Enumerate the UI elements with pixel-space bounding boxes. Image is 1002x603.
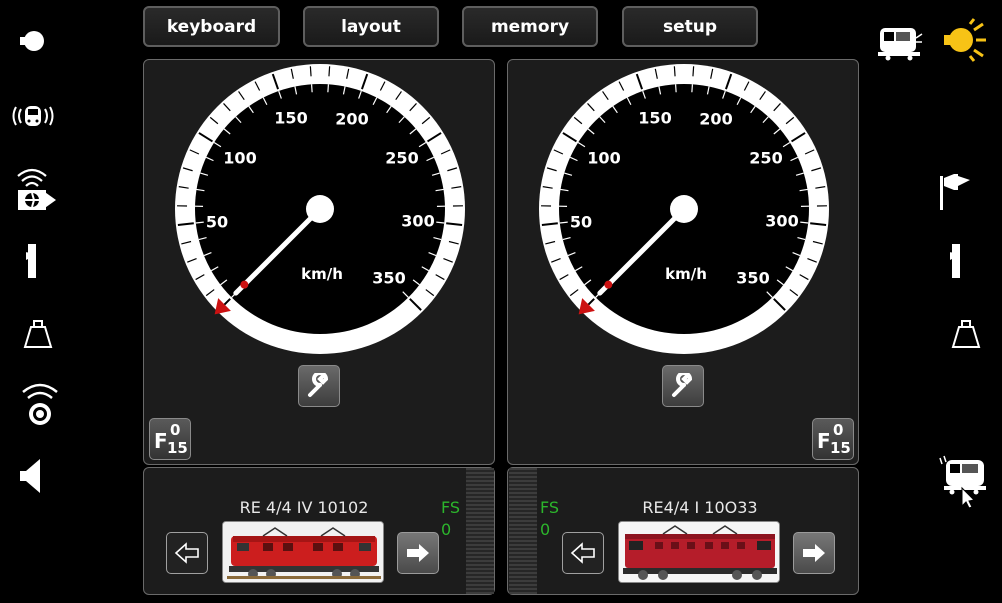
tab-keyboard[interactable]: keyboard — [143, 6, 280, 47]
arrow-left-icon — [174, 542, 199, 564]
dial-label-350: 350 — [372, 268, 406, 288]
speedometer-panel-right: 50 100 150 200 250 300 350 km/h F 0 15 — [507, 59, 859, 465]
dial-label-50: 50 — [205, 212, 229, 232]
dial-label-100: 100 — [587, 148, 621, 168]
loco-settings-button[interactable] — [298, 365, 340, 407]
stop-icon[interactable] — [14, 26, 50, 56]
needle-hub — [670, 195, 698, 223]
dial-label-100: 100 — [223, 148, 257, 168]
dial-label-200: 200 — [335, 109, 369, 129]
dial-label-200: 200 — [699, 109, 733, 129]
speedometer-panel-left: 50 100 150 200 250 300 350 km/h F 0 15 — [143, 59, 495, 465]
broadcast-icon[interactable] — [16, 380, 64, 428]
dial-label-150: 150 — [274, 108, 308, 128]
locomotive-radio-icon[interactable] — [10, 96, 56, 136]
fs-label: FS — [540, 498, 560, 517]
tab-memory[interactable]: memory — [462, 6, 598, 47]
flag-icon[interactable] — [934, 170, 974, 212]
weight-icon-right[interactable] — [950, 316, 982, 350]
tab-layout[interactable]: layout — [303, 6, 439, 47]
dial-inner-tick — [691, 84, 694, 93]
loco-settings-button[interactable] — [662, 365, 704, 407]
arrow-left-icon — [570, 542, 595, 564]
dial-tick — [692, 66, 695, 77]
fs-value: 0 — [540, 520, 551, 539]
dial-inner-tick — [674, 84, 677, 93]
arrow-right-icon — [803, 544, 825, 562]
dial-tick — [673, 66, 676, 77]
loco-image[interactable] — [222, 521, 384, 583]
speedometer-right[interactable] — [508, 60, 860, 360]
signal-icon-right[interactable] — [944, 240, 968, 282]
speed-unit: km/h — [665, 265, 707, 283]
wrench-icon — [672, 373, 693, 397]
loco-image[interactable] — [618, 521, 780, 583]
light-icon[interactable] — [940, 18, 988, 64]
dial-label-150: 150 — [638, 108, 672, 128]
tab-setup[interactable]: setup — [622, 6, 758, 47]
dial-inner-tick — [327, 84, 330, 93]
function-keys-button[interactable]: F 0 15 — [812, 418, 854, 460]
weight-icon[interactable] — [22, 316, 54, 350]
loco-name: RE 4/4 IV 10102 — [239, 498, 369, 517]
fs-label: FS — [441, 498, 461, 517]
dial-tick — [328, 66, 331, 77]
dial-inner-tick — [310, 84, 313, 93]
dial-tick — [309, 66, 312, 77]
dial-label-300: 300 — [765, 211, 799, 231]
loco-panel-right: FS 0 RE4/4 I 10O33 — [507, 467, 859, 595]
wireless-handoff-icon[interactable] — [12, 162, 60, 214]
fs-level-bar — [466, 468, 494, 594]
dial-label-50: 50 — [569, 212, 593, 232]
speaker-icon[interactable] — [16, 456, 44, 496]
prev-loco-button[interactable] — [166, 532, 208, 574]
needle-marker — [240, 280, 249, 289]
fs-level-bar — [509, 468, 537, 594]
locomotive-select-icon[interactable] — [936, 452, 990, 510]
speed-unit: km/h — [301, 265, 343, 283]
locomotive-list-icon[interactable] — [874, 22, 924, 62]
wrench-icon — [308, 373, 329, 397]
dial-label-250: 250 — [749, 148, 783, 168]
signal-icon[interactable] — [20, 240, 44, 282]
next-loco-button[interactable] — [397, 532, 439, 574]
dial-label-250: 250 — [385, 148, 419, 168]
dial-label-300: 300 — [401, 211, 435, 231]
next-loco-button[interactable] — [793, 532, 835, 574]
speedometer-left[interactable] — [144, 60, 496, 360]
needle-marker — [604, 280, 613, 289]
prev-loco-button[interactable] — [562, 532, 604, 574]
fs-value: 0 — [441, 520, 452, 539]
loco-panel-left: RE 4/4 IV 10102 FS 0 — [143, 467, 495, 595]
function-keys-button[interactable]: F 0 15 — [149, 418, 191, 460]
needle-hub — [306, 195, 334, 223]
loco-name: RE4/4 I 10O33 — [642, 498, 758, 517]
dial-label-350: 350 — [736, 268, 770, 288]
arrow-right-icon — [407, 544, 429, 562]
